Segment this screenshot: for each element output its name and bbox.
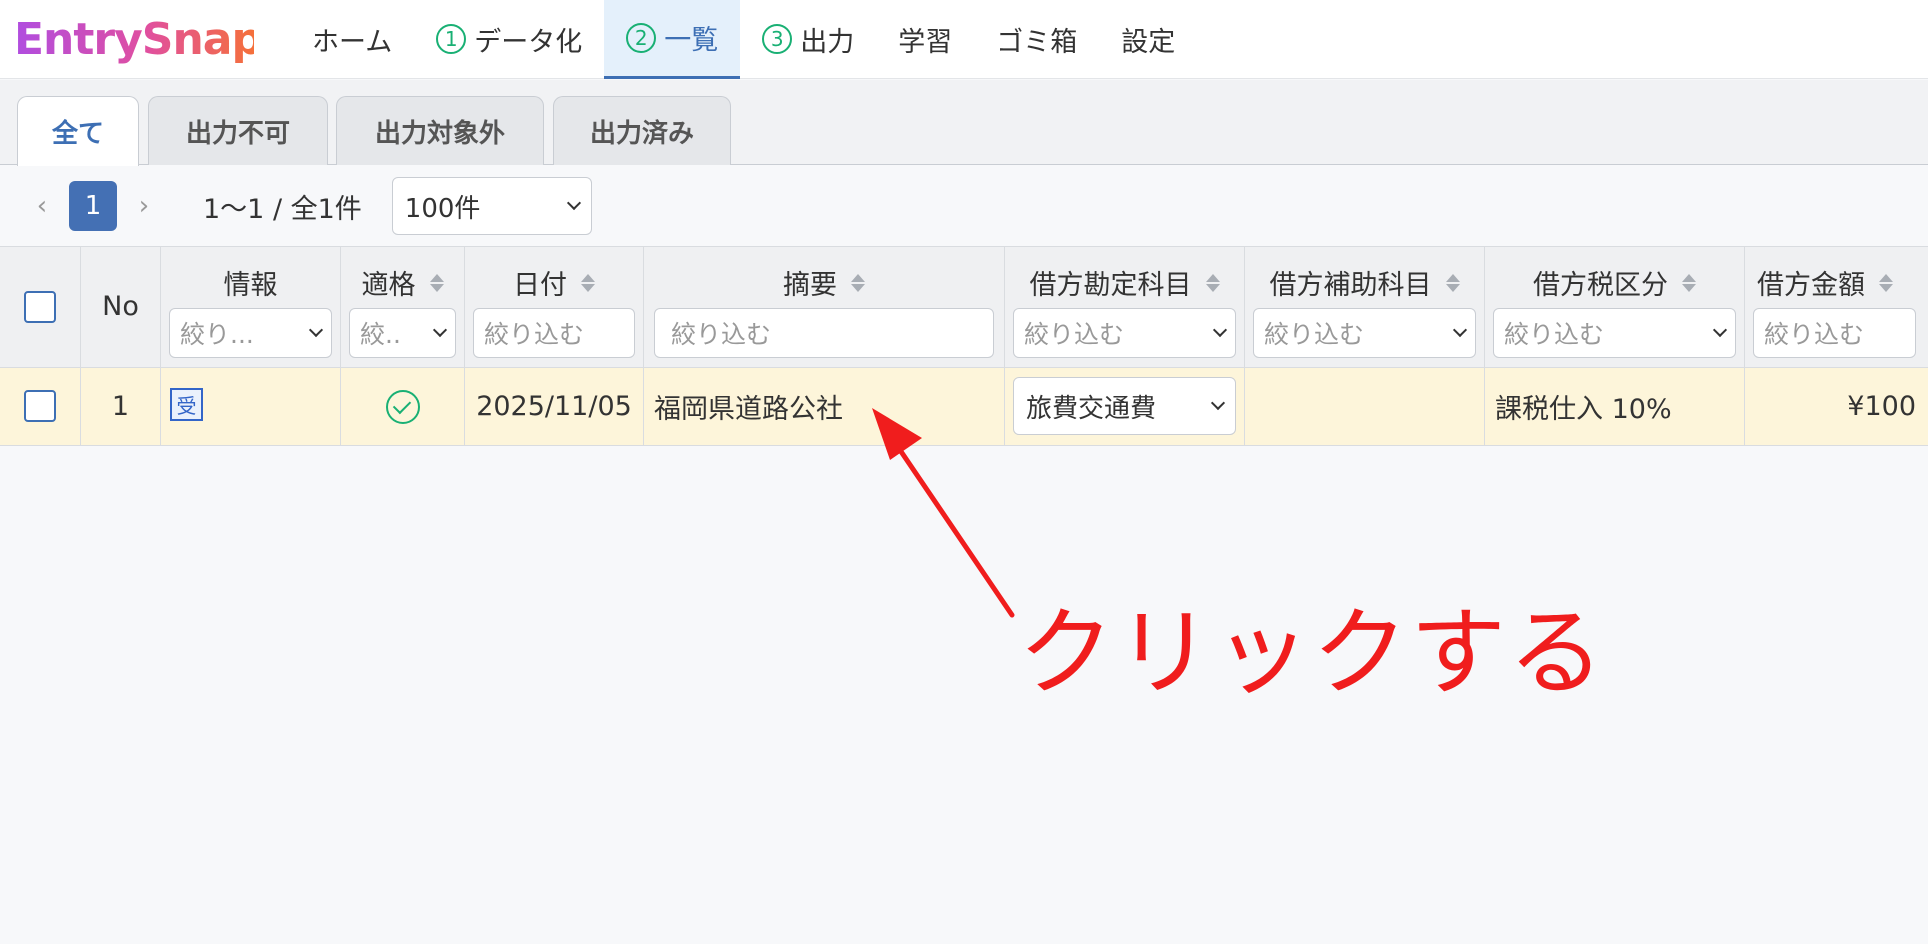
annotation-text: クリックする (1018, 597, 1606, 709)
annotation-arrow (872, 408, 1015, 618)
